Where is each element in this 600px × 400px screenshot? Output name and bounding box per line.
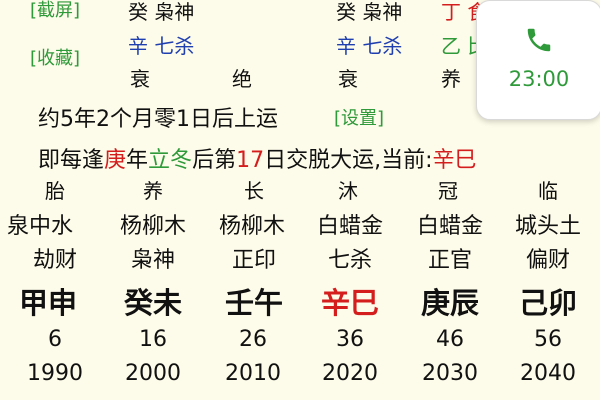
luck-transition-line: 即每逢庚年立冬后第17日交脱大运,当前:辛巳 — [38, 142, 477, 174]
transition-prefix: 即每逢 — [38, 148, 105, 173]
age-cell: 16 — [139, 327, 167, 352]
row3-col3: 养 — [441, 67, 461, 91]
settings-link[interactable]: [设置] — [334, 104, 384, 130]
year-cell: 2030 — [422, 361, 478, 386]
stage-cell: 临 — [538, 179, 558, 203]
row1-col1: 癸 枭神 — [128, 0, 195, 24]
screenshot-link[interactable]: [截屏] — [30, 0, 80, 22]
luck-pillar[interactable]: 癸未 — [124, 280, 182, 322]
age-cell: 36 — [336, 327, 364, 352]
year-cell: 2000 — [125, 361, 181, 386]
transition-mid3: 日交脱大运,当前: — [264, 148, 433, 173]
age-cell: 56 — [534, 327, 562, 352]
luck-pillar[interactable]: 壬午 — [225, 280, 283, 322]
transition-mid1: 年 — [126, 148, 149, 173]
row1-col2: 癸 枭神 — [336, 0, 403, 24]
row3-col2: 衰 — [338, 67, 358, 91]
phone-icon — [527, 28, 551, 52]
god-cell: 偏财 — [525, 248, 571, 273]
god-cell: 劫财 — [32, 248, 78, 273]
stage-cell: 胎 — [45, 179, 65, 203]
year-cell: 2020 — [322, 361, 378, 386]
transition-current: 辛巳 — [432, 148, 477, 173]
nayin-cell: 城头土 — [514, 214, 582, 239]
god-cell: 正官 — [427, 248, 473, 273]
transition-day: 17 — [236, 148, 265, 173]
row3-col1b: 绝 — [232, 67, 252, 91]
stage-cell: 冠 — [438, 179, 458, 203]
luck-pillar[interactable]: 己卯 — [519, 280, 577, 322]
nayin-cell: 杨柳木 — [119, 214, 187, 239]
stage-cell: 养 — [143, 179, 163, 203]
luck-pillar[interactable]: 甲申 — [19, 280, 77, 322]
year-cell: 2010 — [225, 361, 281, 386]
god-cell: 枭神 — [130, 248, 176, 273]
row2-col2: 辛 七杀 — [336, 34, 403, 58]
favorite-link[interactable]: [收藏] — [30, 44, 80, 70]
call-duration: 23:00 — [508, 67, 570, 91]
nayin-cell: 白蜡金 — [416, 214, 484, 239]
transition-mid2: 后第 — [192, 148, 237, 173]
age-cell: 46 — [436, 327, 464, 352]
row2-col1: 辛 七杀 — [128, 34, 195, 58]
age-cell: 6 — [48, 327, 62, 352]
stage-cell: 沐 — [338, 179, 358, 203]
nayin-cell: 白蜡金 — [316, 214, 384, 239]
row1-col3-stem: 丁 — [441, 0, 468, 24]
stage-cell: 长 — [244, 179, 264, 203]
start-luck-text: 约5年2个月零1日后上运 — [38, 107, 278, 132]
age-cell: 26 — [239, 327, 267, 352]
nayin-cell: 杨柳木 — [218, 214, 286, 239]
year-cell: 2040 — [520, 361, 576, 386]
nayin-cell: 泉中水 — [6, 214, 74, 239]
god-cell: 正印 — [231, 248, 277, 273]
luck-pillar-current[interactable]: 辛巳 — [321, 280, 379, 322]
ongoing-call-widget[interactable]: 23:00 — [476, 0, 600, 120]
god-cell: 七杀 — [327, 248, 373, 273]
transition-stem: 庚 — [104, 148, 127, 173]
year-cell: 1990 — [27, 361, 83, 386]
row2-col3-stem: 乙 — [441, 34, 468, 58]
luck-pillar[interactable]: 庚辰 — [421, 280, 479, 322]
transition-term: 立冬 — [148, 148, 193, 173]
row3-col1: 衰 — [130, 67, 150, 91]
